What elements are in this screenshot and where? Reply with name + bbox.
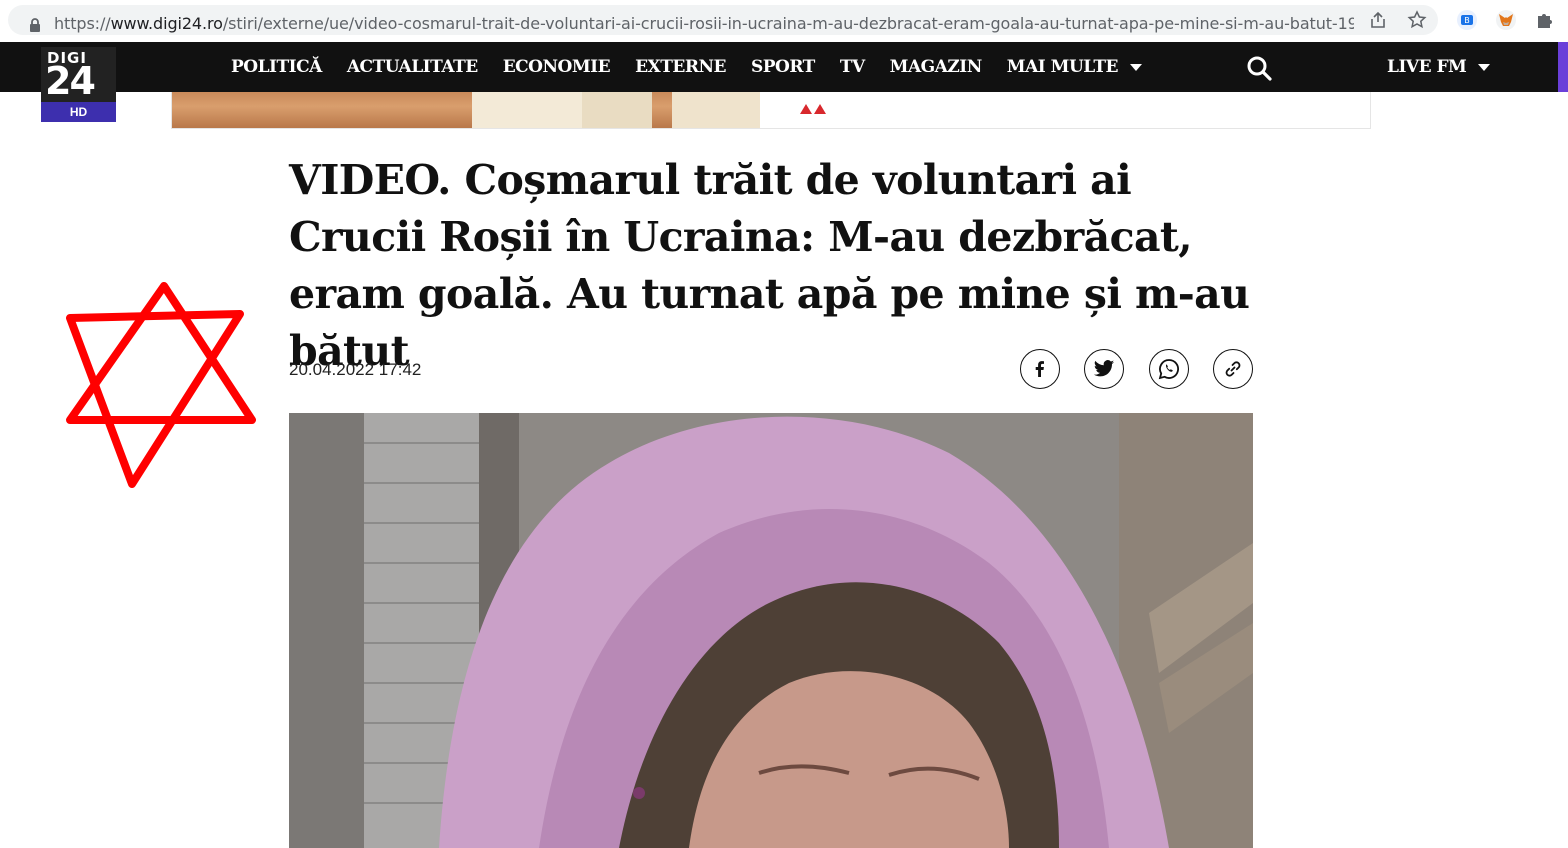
extensions-puzzle-icon[interactable] xyxy=(1533,8,1557,32)
nav-item-externe[interactable]: EXTERNE xyxy=(635,57,726,77)
lock-icon[interactable] xyxy=(28,17,42,33)
star-of-david-icon xyxy=(66,282,256,488)
ad-banner[interactable] xyxy=(171,92,1371,129)
search-icon[interactable] xyxy=(1245,54,1273,82)
live-fm-button[interactable]: LIVE FM xyxy=(1387,42,1491,92)
live-fm-label: LIVE FM xyxy=(1387,57,1467,77)
url-host: www.digi24.ro xyxy=(110,14,223,33)
nav-item-magazin[interactable]: MAGAZIN xyxy=(890,57,983,77)
link-icon xyxy=(1225,361,1241,377)
address-bar[interactable]: https://www.digi24.ro/stiri/externe/ue/v… xyxy=(8,5,1438,35)
ad-image xyxy=(172,92,760,128)
url-text[interactable]: https://www.digi24.ro/stiri/externe/ue/v… xyxy=(54,14,1354,33)
url-path: /stiri/externe/ue/video-cosmarul-trait-d… xyxy=(222,14,1354,33)
nav-item-politica[interactable]: POLITICĂ xyxy=(231,57,322,77)
extension-translate-icon[interactable]: B xyxy=(1455,8,1479,32)
main-menu: POLITICĂ ACTUALITATE ECONOMIE EXTERNE SP… xyxy=(231,42,1167,92)
article-date: 20.04.2022 17:42 xyxy=(289,360,422,379)
article-hero-photo[interactable] xyxy=(289,413,1253,848)
nav-item-economie[interactable]: ECONOMIE xyxy=(503,57,611,77)
twitter-icon xyxy=(1093,360,1115,377)
logo-hd-badge: HD xyxy=(41,102,116,122)
nav-item-sport[interactable]: SPORT xyxy=(751,57,815,77)
share-whatsapp-button[interactable] xyxy=(1149,349,1189,389)
ad-image-plank xyxy=(672,92,760,128)
ad-brand-icon xyxy=(800,104,826,114)
nav-item-actualitate[interactable]: ACTUALITATE xyxy=(347,57,478,77)
logo-24-text: 24 xyxy=(45,59,96,103)
browser-toolbar: https://www.digi24.ro/stiri/externe/ue/v… xyxy=(0,0,1568,42)
ad-image-plank xyxy=(582,92,652,128)
chevron-down-icon xyxy=(1478,63,1491,71)
share-page-icon[interactable] xyxy=(1366,8,1390,32)
digi24-logo[interactable]: DIGI 24 HD xyxy=(41,47,116,122)
facebook-icon xyxy=(1035,361,1044,377)
nav-item-tv[interactable]: TV xyxy=(840,57,865,77)
nav-more-label: MAI MULTE xyxy=(1006,57,1119,77)
bookmark-star-icon[interactable] xyxy=(1405,8,1429,32)
photo-illustration xyxy=(289,413,1253,848)
logo-dark-block: DIGI 24 xyxy=(41,47,116,103)
article-title: VIDEO. Coșmarul trăit de voluntari ai Cr… xyxy=(289,156,1250,375)
nav-item-mai-multe[interactable]: MAI MULTE xyxy=(1007,57,1142,77)
whatsapp-icon xyxy=(1158,359,1179,380)
svg-text:B: B xyxy=(1464,16,1470,25)
url-scheme: https:// xyxy=(54,14,111,33)
accent-edge xyxy=(1558,42,1568,92)
metamask-fox-icon[interactable] xyxy=(1494,8,1518,32)
share-twitter-button[interactable] xyxy=(1084,349,1124,389)
share-copy-link-button[interactable] xyxy=(1213,349,1253,389)
ad-image-plank xyxy=(472,92,582,128)
chevron-down-icon xyxy=(1129,64,1142,71)
share-facebook-button[interactable] xyxy=(1020,349,1060,389)
